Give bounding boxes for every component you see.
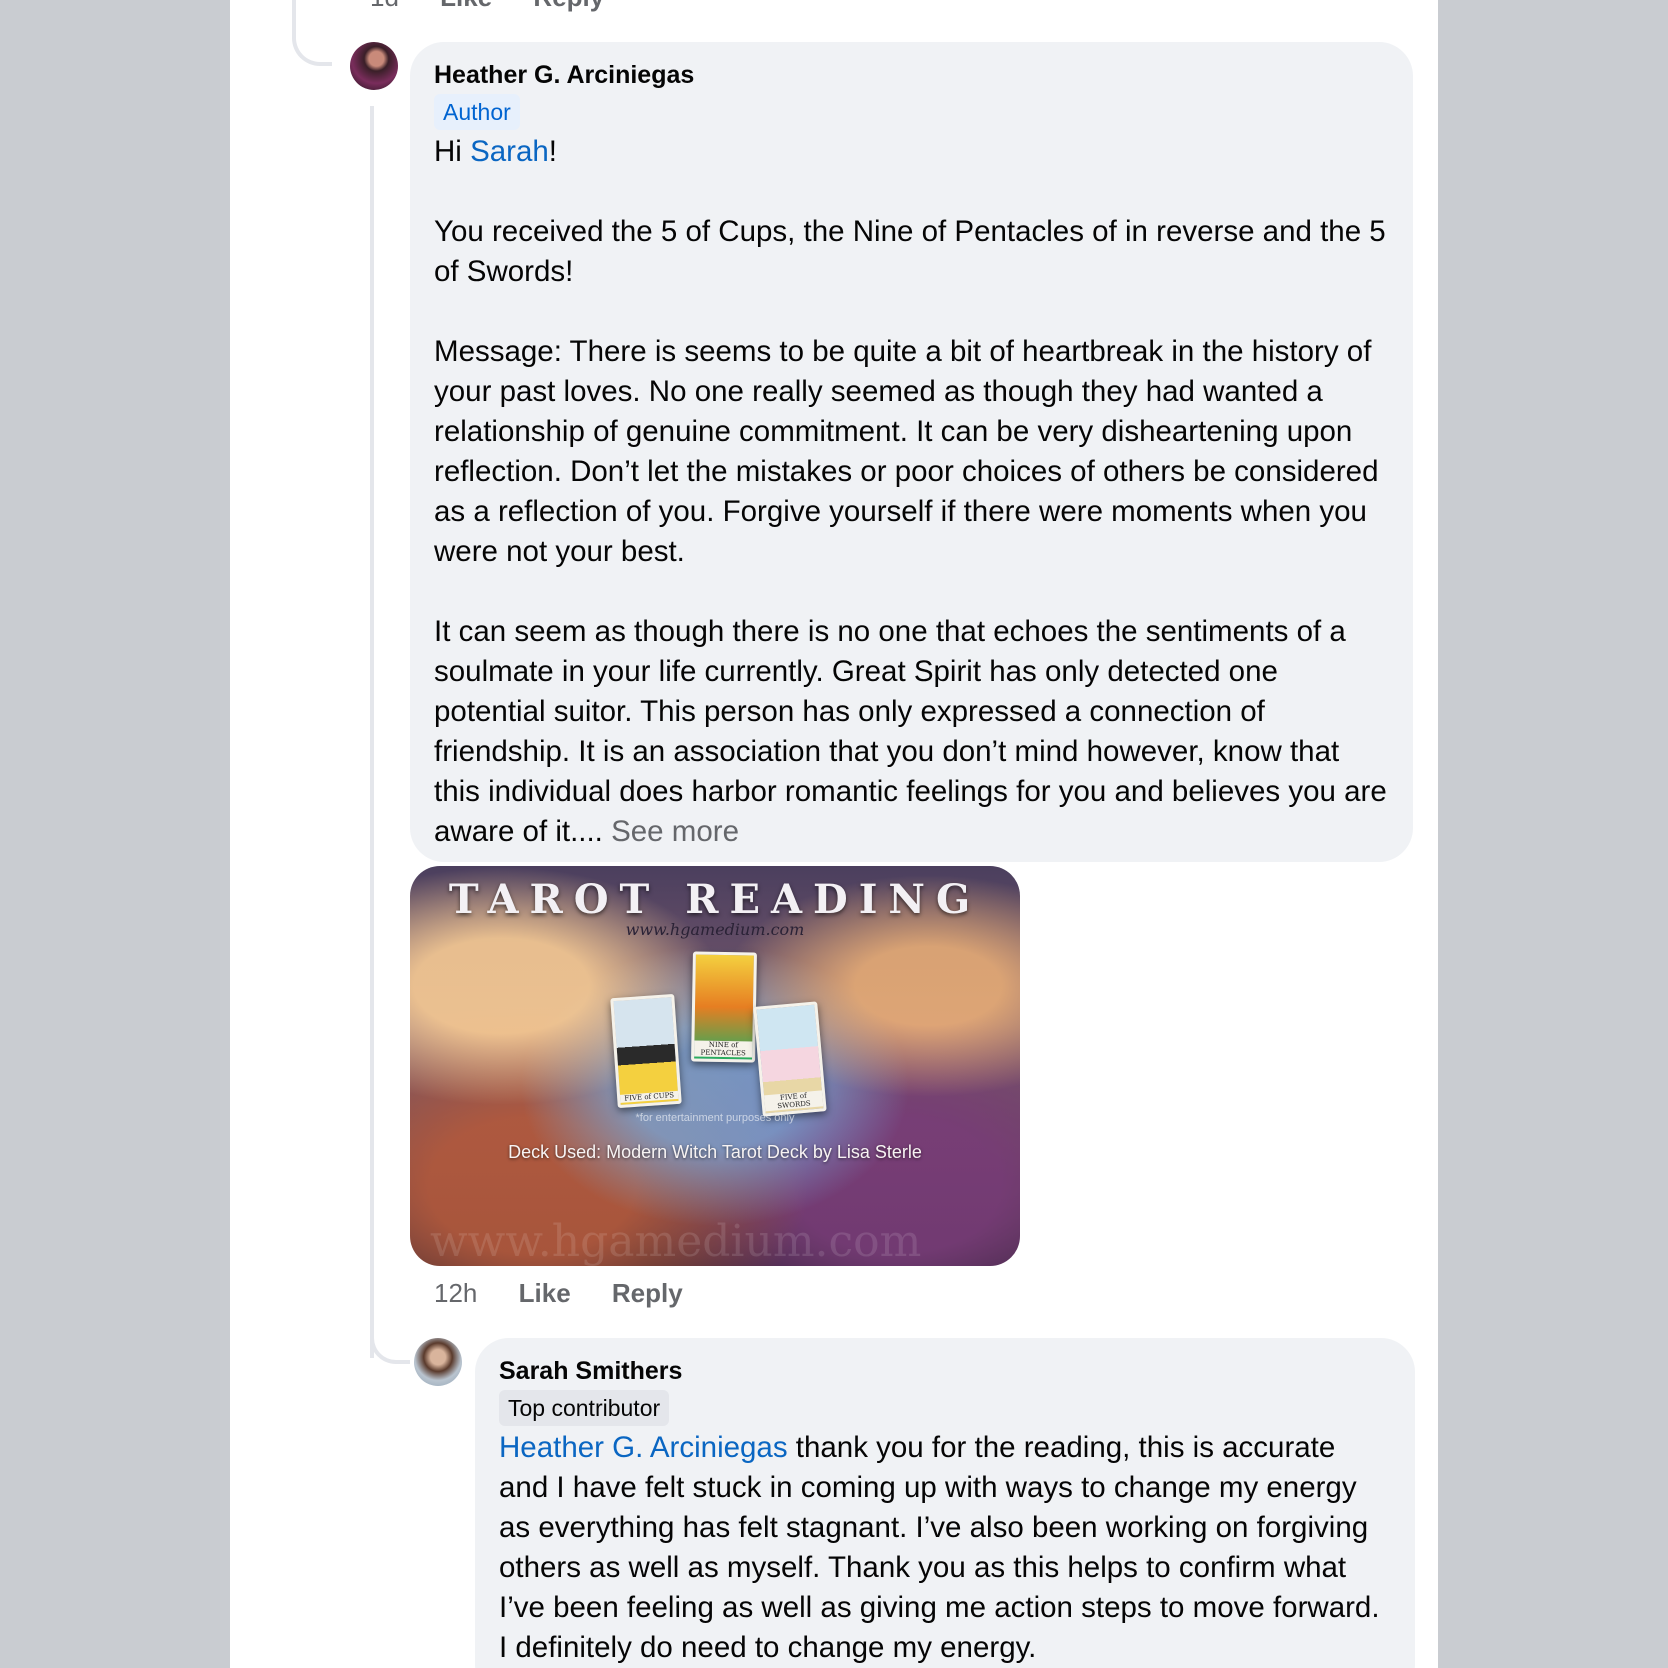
comment-greeting: Hi Sarah!: [434, 132, 1389, 172]
reply-bubble: Sarah Smithers Top contributor Heather G…: [475, 1338, 1415, 1668]
tarot-card: FIVE of CUPS: [610, 993, 682, 1109]
previous-like-button[interactable]: Like: [440, 0, 492, 12]
greeting-prefix: Hi: [434, 135, 471, 168]
greeting-suffix: !: [548, 135, 557, 168]
thread-connector-reply: [370, 1300, 410, 1364]
reply-paragraph: Heather G. Arciniegas thank you for the …: [499, 1428, 1391, 1668]
see-more-link[interactable]: See more: [611, 815, 739, 848]
card-label: NINE of PENTACLES: [694, 1040, 753, 1058]
card-label: FIVE of SWORDS: [764, 1090, 824, 1112]
author-badge: Author: [434, 94, 520, 130]
thread-connector: [292, 0, 332, 66]
comments-panel: 1d Like Reply Heather G. Arciniegas Auth…: [230, 0, 1438, 1668]
avatar[interactable]: [414, 1338, 462, 1386]
attachment-deck-caption: Deck Used: Modern Witch Tarot Deck by Li…: [508, 1142, 922, 1162]
previous-reply-button[interactable]: Reply: [533, 0, 604, 12]
comment-paragraph-last: It can seem as though there is no one th…: [434, 612, 1389, 852]
previous-comment-actions: 1d Like Reply: [370, 0, 638, 13]
comment-bubble: Heather G. Arciniegas Author Hi Sarah! Y…: [410, 42, 1413, 862]
thread-line: [370, 106, 374, 1358]
attachment-disclaimer: *for entertainment purposes only: [635, 1112, 795, 1124]
reply-button[interactable]: Reply: [612, 1278, 683, 1308]
reply-author-name[interactable]: Sarah Smithers: [499, 1354, 1391, 1388]
like-button[interactable]: Like: [519, 1278, 571, 1308]
comment-timestamp[interactable]: 12h: [434, 1278, 477, 1308]
previous-timestamp: 1d: [370, 0, 399, 12]
attachment-url: www.hgamedium.com: [625, 920, 805, 939]
comment-paragraph: Message: There is seems to be quite a bi…: [434, 335, 1379, 568]
top-contributor-badge: Top contributor: [499, 1390, 670, 1426]
comment-body: Hi Sarah! You received the 5 of Cups, th…: [434, 132, 1389, 852]
card-label: FIVE of CUPS: [620, 1090, 679, 1103]
tarot-image-attachment[interactable]: TAROT READING www.hgamedium.com FIVE of …: [410, 866, 1020, 1266]
comment-paragraph-text: It can seem as though there is no one th…: [434, 615, 1387, 848]
comment-paragraph: You received the 5 of Cups, the Nine of …: [434, 215, 1386, 288]
attachment-watermark: www.hgamedium.com: [430, 1216, 922, 1266]
reply-body: Heather G. Arciniegas thank you for the …: [499, 1428, 1391, 1668]
tarot-card: NINE of PENTACLES: [691, 951, 757, 1063]
attachment-title: TAROT READING: [448, 876, 982, 923]
comment-actions: 12h Like Reply: [434, 1276, 717, 1310]
reply-text: thank you for the reading, this is accur…: [499, 1431, 1380, 1664]
mention-link[interactable]: Heather G. Arciniegas: [499, 1431, 788, 1464]
avatar[interactable]: [350, 42, 398, 90]
tarot-card: FIVE of SWORDS: [753, 1001, 827, 1117]
comment-author-name[interactable]: Heather G. Arciniegas: [434, 58, 1389, 92]
mention-link[interactable]: Sarah: [470, 135, 549, 168]
